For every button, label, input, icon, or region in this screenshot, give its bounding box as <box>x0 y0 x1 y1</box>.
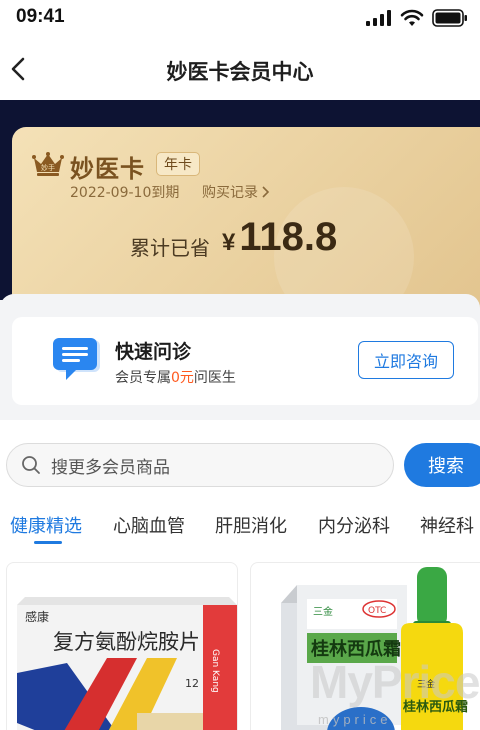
watermark: MyPrice <box>310 656 480 708</box>
tab-cardio[interactable]: 心脑血管 <box>113 512 185 538</box>
battery-icon <box>432 9 467 27</box>
search-button[interactable]: 搜索 <box>404 443 480 487</box>
currency-symbol: ¥ <box>222 229 236 256</box>
tab-health-picks[interactable]: 健康精选 <box>10 512 82 538</box>
status-time: 09:41 <box>16 6 65 27</box>
chevron-right-icon <box>262 186 270 198</box>
page-title: 妙医卡会员中心 <box>166 60 314 84</box>
status-icons <box>366 9 468 27</box>
crown-text: 妙手 <box>41 163 55 172</box>
chat-message-icon <box>53 338 100 380</box>
active-tab-indicator <box>34 541 62 544</box>
tab-endocrine[interactable]: 内分泌科 <box>318 512 390 538</box>
consult-price: 0元 <box>171 370 194 386</box>
otc-badge: OTC <box>368 606 386 616</box>
product-brand: 感康 <box>25 609 49 624</box>
tab-neurology[interactable]: 神经科 <box>420 512 474 538</box>
quick-consult-card[interactable]: 快速问诊 会员专属0元问医生 立即咨询 <box>12 317 478 405</box>
product-name: 复方氨酚烷胺片 <box>53 630 200 654</box>
wifi-icon <box>400 9 424 26</box>
search-icon <box>22 456 40 474</box>
search-placeholder: 搜更多会员商品 <box>51 457 170 478</box>
consult-subtitle: 会员专属0元问医生 <box>115 367 236 387</box>
consult-sub-prefix: 会员专属 <box>115 370 171 386</box>
purchase-records-label: 购买记录 <box>202 185 258 201</box>
card-expire-date: 2022-09-10到期 <box>70 185 180 201</box>
product-card[interactable]: 感康 复方氨酚烷胺片 Gan Kang 12 <box>6 562 238 730</box>
product-side-text: Gan Kang <box>210 649 220 693</box>
saved-amount: ¥118.8 <box>222 215 337 260</box>
consult-title: 快速问诊 <box>115 341 192 363</box>
consult-now-button[interactable]: 立即咨询 <box>358 341 454 379</box>
product-count: 12 <box>185 677 199 690</box>
tab-digestive[interactable]: 肝胆消化 <box>215 512 287 538</box>
saved-amount-value: 118.8 <box>239 215 338 259</box>
signal-icon <box>366 10 391 26</box>
card-type-badge: 年卡 <box>156 152 200 176</box>
search-input[interactable]: 搜更多会员商品 <box>6 443 394 487</box>
consult-sub-suffix: 问医生 <box>193 370 236 386</box>
status-bar: 09:41 <box>0 0 480 36</box>
product-image: 感康 复方氨酚烷胺片 Gan Kang 12 <box>17 597 237 730</box>
crown-icon: 妙手 <box>32 152 64 176</box>
card-title: 妙医卡 <box>70 155 145 183</box>
watermark-sub: myprice <box>318 712 392 727</box>
category-tabs: 健康精选 心脑血管 肝胆消化 内分泌科 神经科 <box>0 510 480 546</box>
nav-bar: 妙医卡会员中心 <box>0 36 480 100</box>
product-brand: 三金 <box>313 605 333 618</box>
saved-label: 累计已省 <box>130 236 210 260</box>
purchase-records-link[interactable]: 购买记录 <box>202 182 270 202</box>
